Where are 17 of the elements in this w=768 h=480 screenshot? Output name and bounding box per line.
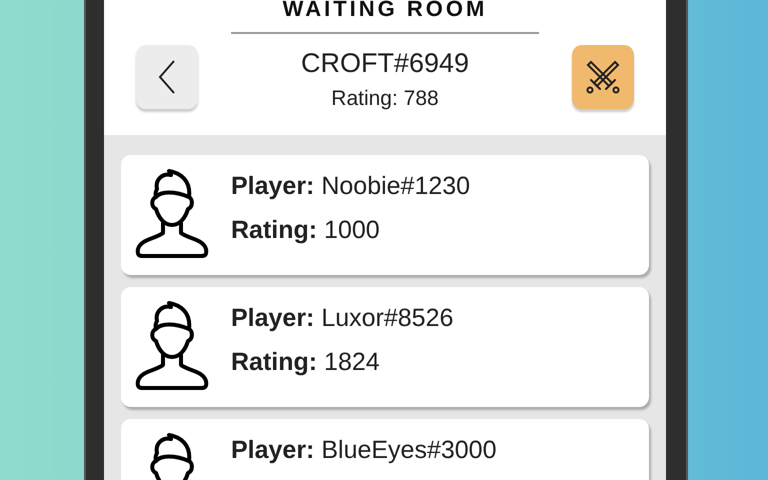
person-icon [135, 301, 209, 391]
player-line: Player: Noobie#1230 [231, 171, 470, 201]
player-line: Player: Luxor#8526 [231, 303, 454, 333]
page-title: WAITING ROOM [282, 0, 488, 20]
person-icon [135, 169, 209, 259]
crossed-swords-icon [584, 59, 621, 95]
player-card[interactable]: Player: Luxor#8526 Rating: 1824 [121, 287, 649, 407]
player-rating: Rating: 788 [331, 86, 439, 112]
player-name: CROFT#6949 [300, 47, 470, 79]
player-card[interactable]: Player: BlueEyes#3000 [121, 419, 649, 480]
battle-button[interactable] [572, 45, 634, 109]
player-line: Player: BlueEyes#3000 [231, 435, 496, 465]
back-icon [158, 60, 176, 94]
rating-line: Rating: 1000 [231, 215, 381, 245]
back-button[interactable] [136, 45, 198, 109]
rating-line: Rating: 1824 [231, 347, 381, 377]
player-card[interactable]: Player: Noobie#1230 Rating: 1000 [121, 155, 649, 275]
